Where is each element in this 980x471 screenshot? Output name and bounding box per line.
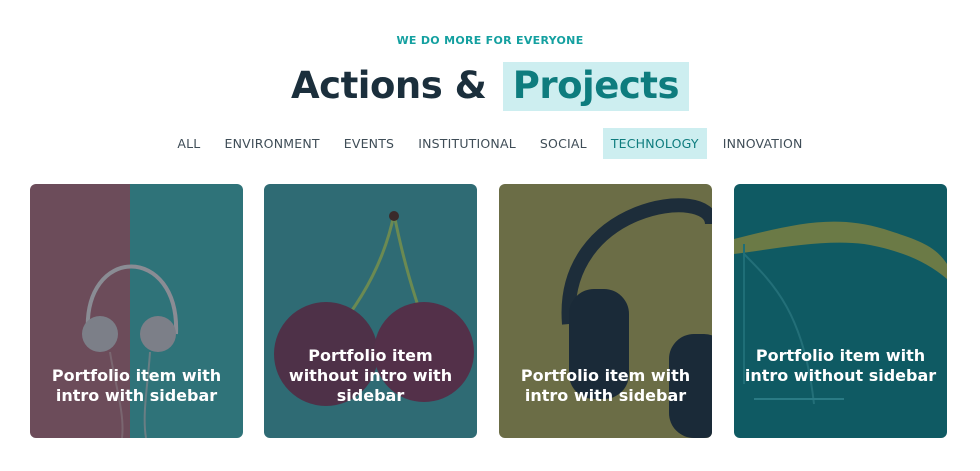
portfolio-card[interactable]: Portfolio item without intro with sideba… bbox=[264, 184, 477, 438]
title-highlight: Projects bbox=[502, 62, 689, 111]
filter-events[interactable]: EVENTS bbox=[336, 128, 402, 159]
filter-institutional[interactable]: INSTITUTIONAL bbox=[410, 128, 524, 159]
section-eyebrow: WE DO MORE FOR EVERYONE bbox=[396, 34, 584, 47]
filter-technology[interactable]: TECHNOLOGY bbox=[602, 128, 707, 159]
portfolio-grid: Portfolio item with intro with sidebar P… bbox=[30, 184, 948, 438]
filter-bar: ALL ENVIRONMENT EVENTS INSTITUTIONAL SOC… bbox=[0, 128, 980, 159]
filter-environment[interactable]: ENVIRONMENT bbox=[216, 128, 327, 159]
glass-splash-image bbox=[734, 184, 947, 438]
card-title: Portfolio item with intro with sidebar bbox=[51, 366, 222, 405]
title-main: Actions & bbox=[291, 64, 487, 107]
card-title: Portfolio item with intro with sidebar bbox=[520, 366, 691, 405]
card-title: Portfolio item with intro without sideba… bbox=[744, 346, 937, 385]
filter-social[interactable]: SOCIAL bbox=[532, 128, 595, 159]
filter-all[interactable]: ALL bbox=[169, 128, 208, 159]
portfolio-card[interactable]: Portfolio item with intro without sideba… bbox=[734, 184, 947, 438]
portfolio-card[interactable]: Portfolio item with intro with sidebar bbox=[30, 184, 243, 438]
filter-innovation[interactable]: INNOVATION bbox=[715, 128, 811, 159]
card-title: Portfolio item without intro with sideba… bbox=[288, 346, 453, 405]
page-title: Actions & Projects bbox=[0, 62, 980, 111]
portfolio-card[interactable]: Portfolio item with intro with sidebar bbox=[499, 184, 712, 438]
